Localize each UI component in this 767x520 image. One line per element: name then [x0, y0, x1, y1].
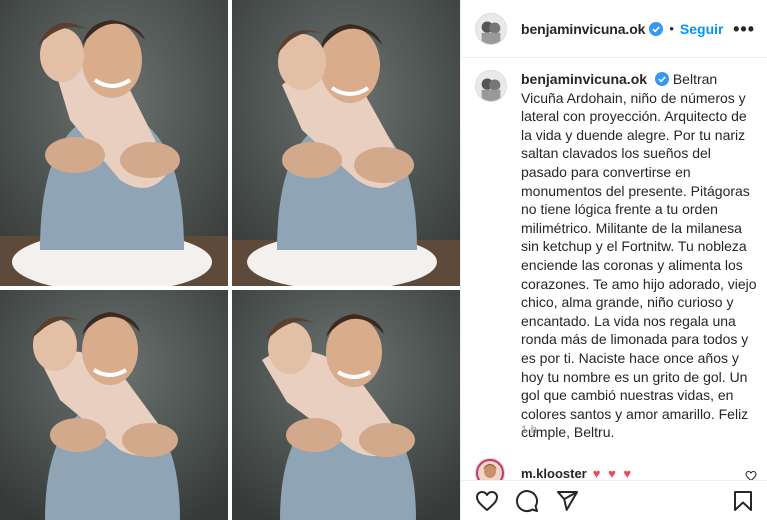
commenter-username[interactable]: m.klooster — [521, 466, 587, 481]
photo-top-right — [232, 0, 460, 286]
author-avatar[interactable] — [475, 12, 507, 45]
photo-bottom-right — [232, 290, 460, 520]
post-media[interactable] — [0, 0, 460, 520]
post-header: benjaminvicuna.ok • Seguir ••• — [461, 0, 767, 58]
action-bar — [461, 480, 767, 520]
comment-text: ♥ ♥ ♥ — [592, 465, 634, 481]
share-button[interactable] — [555, 489, 579, 513]
verified-badge-icon — [649, 21, 664, 36]
more-options-icon[interactable]: ••• — [733, 20, 755, 38]
post-timestamp[interactable]: 1 h — [521, 424, 537, 436]
heart-icon — [476, 490, 498, 511]
caption-author-avatar[interactable] — [475, 70, 507, 102]
comment-icon — [516, 489, 539, 512]
separator-dot: • — [669, 21, 674, 36]
caption-text: benjaminvicuna.ok Beltran Vicuña Ardohai… — [521, 70, 757, 442]
save-button[interactable] — [731, 489, 755, 513]
caption-body: Beltran Vicuña Ardohain, niño de números… — [521, 71, 757, 441]
caption-username[interactable]: benjaminvicuna.ok — [521, 71, 647, 87]
share-icon — [557, 490, 578, 511]
photo-top-left — [0, 0, 228, 286]
follow-button[interactable]: Seguir — [680, 21, 724, 37]
bookmark-icon — [734, 490, 752, 511]
caption-block: benjaminvicuna.ok Beltran Vicuña Ardohai… — [475, 70, 757, 442]
post-side-panel: benjaminvicuna.ok • Seguir ••• benjaminv… — [460, 0, 767, 520]
photo-bottom-left — [0, 290, 228, 520]
author-username[interactable]: benjaminvicuna.ok — [521, 21, 645, 37]
comment-button[interactable] — [515, 489, 539, 513]
like-button[interactable] — [475, 489, 499, 513]
caption-verified-badge-icon — [654, 72, 669, 86]
